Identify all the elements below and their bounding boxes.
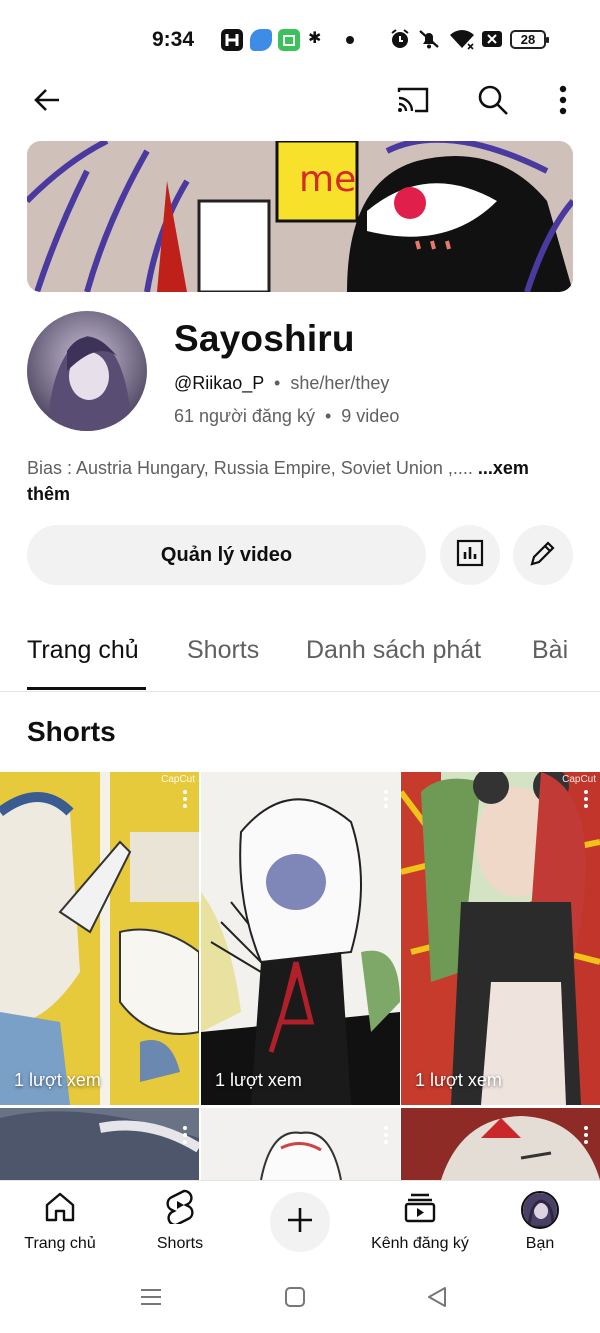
cast-button[interactable] — [389, 80, 437, 124]
tab-posts[interactable]: Bài — [532, 636, 568, 665]
shorts-section-title: Shorts — [27, 716, 116, 747]
short-thumbnail[interactable] — [0, 1108, 199, 1180]
separator-dot: • — [324, 406, 332, 426]
tab-playlists[interactable]: Danh sách phát — [306, 636, 481, 665]
manage-videos-button[interactable]: Quản lý video — [27, 525, 426, 585]
pencil-icon — [527, 537, 559, 574]
more-vert-icon — [559, 85, 567, 120]
nav-shorts[interactable]: Shorts — [120, 1188, 240, 1253]
view-count: 1 lượt xem — [415, 1070, 502, 1090]
nav-label: Shorts — [156, 1235, 204, 1252]
battery-indicator: 28 — [510, 30, 549, 49]
more-vert-icon[interactable] — [183, 790, 187, 808]
more-vert-icon[interactable] — [384, 790, 388, 808]
mute-icon — [417, 28, 441, 55]
channel-name: Sayoshiru — [174, 318, 355, 359]
tab-shorts[interactable]: Shorts — [187, 636, 259, 665]
status-time: 9:34 — [152, 28, 195, 51]
nav-subscriptions[interactable]: Kênh đăng ký — [360, 1191, 480, 1253]
back-arrow-icon — [31, 84, 63, 121]
top-app-bar — [0, 80, 600, 140]
notification-dot — [346, 36, 354, 44]
channel-tabs: Trang chủ Shorts Danh sách phát Bài — [0, 620, 600, 692]
avatar — [521, 1191, 559, 1229]
short-thumbnail[interactable] — [401, 1108, 600, 1180]
blue-app-icon — [250, 29, 272, 51]
nav-you[interactable]: Bạn — [480, 1191, 600, 1253]
more-vert-icon[interactable] — [584, 1126, 588, 1144]
alarm-icon — [389, 28, 411, 55]
view-count: 1 lượt xem — [14, 1070, 101, 1090]
back-triangle-icon[interactable] — [426, 1286, 448, 1313]
channel-handle: @Riikao_P — [174, 373, 264, 393]
svg-text:me: me — [299, 159, 356, 200]
channel-avatar[interactable] — [27, 311, 147, 431]
more-vert-icon[interactable] — [384, 1126, 388, 1144]
video-count: 9 video — [341, 406, 400, 426]
more-vert-icon[interactable] — [584, 790, 588, 808]
status-bar: 9:34 ✱ 28 — [0, 0, 600, 80]
short-thumbnail[interactable]: CapCut 1 lượt xem — [401, 772, 600, 1105]
plus-icon — [286, 1206, 314, 1239]
channel-stats: 61 người đăng ký • 9 video — [174, 406, 399, 427]
channel-pronouns: she/her/they — [290, 373, 390, 393]
subscriber-count: 61 người đăng ký — [174, 406, 315, 426]
back-button[interactable] — [23, 80, 71, 124]
more-options-button[interactable] — [539, 80, 587, 124]
nav-label: Bạn — [525, 1235, 555, 1252]
nav-label: Kênh đăng ký — [371, 1235, 469, 1252]
nav-home[interactable]: Trang chủ — [0, 1191, 120, 1253]
tab-home[interactable]: Trang chủ — [27, 636, 139, 665]
view-count: 1 lượt xem — [215, 1070, 302, 1090]
analytics-button[interactable] — [440, 525, 500, 585]
capcut-watermark: CapCut — [562, 774, 596, 785]
system-navigation-bar — [0, 1268, 600, 1333]
cast-icon — [395, 85, 431, 120]
subscriptions-icon — [403, 1192, 437, 1229]
more-vert-icon[interactable] — [183, 1126, 187, 1144]
capcut-watermark: CapCut — [161, 774, 195, 785]
channel-description[interactable]: Bias : Austria Hungary, Russia Empire, S… — [27, 455, 573, 507]
sparkle-icon: ✱ — [308, 30, 322, 47]
x-box-icon — [481, 28, 503, 55]
home-square-icon[interactable] — [284, 1286, 306, 1313]
description-text: Bias : Austria Hungary, Russia Empire, S… — [27, 458, 478, 478]
green-app-icon — [278, 29, 300, 51]
short-thumbnail[interactable]: CapCut 1 lượt xem — [0, 772, 199, 1105]
short-thumbnail[interactable] — [201, 1108, 400, 1180]
active-tab-indicator — [27, 687, 146, 690]
channel-handle-row: @Riikao_P • she/her/they — [174, 373, 389, 394]
home-icon — [43, 1190, 77, 1229]
search-icon — [477, 84, 509, 121]
nav-label: Trang chủ — [24, 1235, 96, 1252]
separator-dot: • — [274, 373, 281, 393]
wifi-icon — [449, 28, 475, 55]
search-button[interactable] — [469, 80, 517, 124]
channel-banner: me — [27, 141, 573, 292]
shorts-icon — [164, 1188, 196, 1229]
create-button[interactable] — [270, 1192, 330, 1252]
analytics-icon — [455, 538, 485, 573]
edit-channel-button[interactable] — [513, 525, 573, 585]
bottom-navigation: Trang chủ Shorts Kênh đăng ký Bạn — [0, 1180, 600, 1268]
h-app-icon — [221, 29, 243, 51]
short-thumbnail[interactable]: 1 lượt xem — [201, 772, 400, 1105]
recents-icon[interactable] — [140, 1286, 162, 1313]
